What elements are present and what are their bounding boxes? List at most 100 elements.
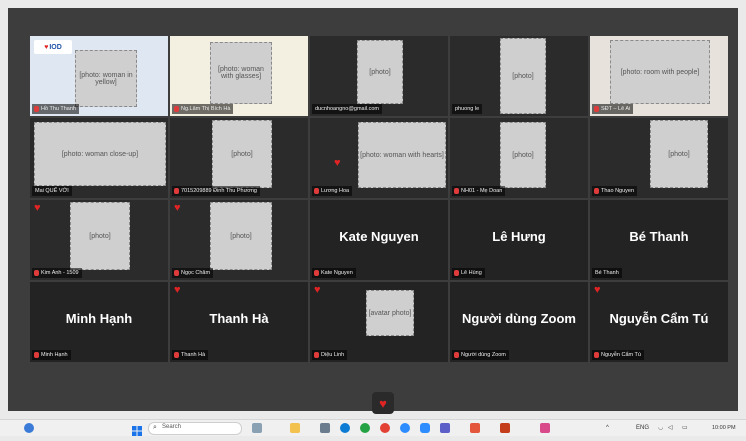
participant-display-name: Nguyễn Cẩm Tú: [609, 311, 709, 326]
participant-tile-p3[interactable]: [photo] ducnhoangno@gmail.com: [310, 36, 448, 116]
task-view-icon[interactable]: [252, 423, 262, 433]
participant-tile-p5[interactable]: [photo: room with people] SĐT – Lê Ai: [590, 36, 728, 116]
app-icon[interactable]: [470, 423, 480, 433]
volume-icon[interactable]: ◁: [668, 423, 673, 433]
heart-icon: ♥: [34, 202, 41, 214]
participant-tile-p20[interactable]: ♥ Nguyễn Cẩm Tú Nguyễn Cẩm Tú: [590, 282, 728, 362]
powerpoint-icon[interactable]: [500, 423, 510, 433]
search-icon: ⌕: [153, 424, 157, 431]
reaction-heart-button[interactable]: ♥: [372, 392, 394, 414]
battery-icon[interactable]: ▭: [682, 423, 688, 433]
participant-tile-p8[interactable]: [photo: woman with hearts] ♥ Lương Hoa: [310, 118, 448, 198]
participant-tile-p16[interactable]: Minh Hạnh Minh Hạnh: [30, 282, 168, 362]
mic-off-icon: [314, 352, 319, 358]
participant-name-tag: Hồ Thu Thanh: [32, 104, 79, 114]
participant-name-tag: Ngọc Châm: [172, 268, 214, 278]
telegram-icon[interactable]: [400, 423, 410, 433]
participant-photo-placeholder: [photo]: [500, 122, 546, 188]
participant-tile-p12[interactable]: [photo] ♥ Ngọc Châm: [170, 200, 308, 280]
participant-name-tag: Lê Hùng: [452, 268, 485, 278]
mic-off-icon: [174, 270, 179, 276]
participant-tile-p15[interactable]: Bé Thanh Bé Thanh: [590, 200, 728, 280]
mic-off-icon: [594, 106, 599, 112]
mic-off-icon: [34, 270, 39, 276]
teams-icon[interactable]: [440, 423, 450, 433]
mic-off-icon: [454, 352, 459, 358]
participant-name-tag: Kim Anh - 1509: [32, 268, 82, 278]
mic-off-icon: [454, 188, 459, 194]
participant-tile-p17[interactable]: ♥ Thanh Hà Thanh Hà: [170, 282, 308, 362]
windows-start-icon[interactable]: [132, 423, 142, 436]
participant-name-tag: Mai QUẾ VỚI: [32, 186, 72, 196]
participant-photo-placeholder: [photo]: [500, 38, 546, 114]
participant-name-tag: 7015209889 Đinh Thu Phương: [172, 186, 260, 196]
search-label: Search: [162, 424, 182, 430]
app-icon[interactable]: [540, 423, 550, 433]
gallery-view: [photo: woman in yellow] ♥ IOD Hồ Thu Tha…: [30, 36, 730, 363]
participant-photo-placeholder: [photo: woman in yellow]: [75, 50, 137, 107]
mic-off-icon: [34, 106, 39, 112]
participant-display-name: Kate Nguyen: [339, 229, 419, 244]
participant-name-tag: Ng.Lâm Thị Bích Hà: [172, 104, 234, 114]
zoom-meeting-window: [photo: woman in yellow] ♥ IOD Hồ Thu Tha…: [8, 8, 738, 411]
taskbar-search-box[interactable]: ⌕ Search: [148, 422, 242, 435]
participant-photo-placeholder: [photo]: [210, 202, 272, 270]
participant-photo-placeholder: [photo: room with people]: [610, 40, 710, 104]
mic-off-icon: [314, 270, 319, 276]
wifi-icon[interactable]: ◡: [658, 423, 663, 433]
participant-name-tag: Lương Hoa: [312, 186, 353, 196]
participant-name-tag: Thanh Hà: [172, 350, 209, 360]
participant-tile-p11[interactable]: [photo] ♥ Kim Anh - 1509: [30, 200, 168, 280]
logo-badge: ♥ IOD: [34, 40, 72, 54]
participant-name-tag: NH01 - Mẹ Doan: [452, 186, 506, 196]
participant-tile-p18[interactable]: ♥ [avatar photo] Diệu Linh: [310, 282, 448, 362]
participant-photo-placeholder: [photo]: [650, 120, 708, 188]
participant-tile-p9[interactable]: [photo] NH01 - Mẹ Doan: [450, 118, 588, 198]
heart-icon: ♥: [314, 284, 321, 296]
participant-display-name: Người dùng Zoom: [462, 311, 576, 326]
participant-tile-p19[interactable]: Người dùng Zoom Người dùng Zoom: [450, 282, 588, 362]
participant-photo-placeholder: [photo: woman close-up]: [34, 122, 166, 186]
file-explorer-icon[interactable]: [290, 423, 300, 433]
participant-photo-placeholder: [photo: woman with hearts]: [358, 122, 446, 188]
chevron-up-icon[interactable]: ^: [606, 423, 609, 433]
participant-name-tag: ducnhoangno@gmail.com: [312, 104, 382, 114]
weather-icon[interactable]: [24, 423, 34, 433]
participant-name-tag: Minh Hạnh: [32, 350, 71, 360]
mic-off-icon: [314, 188, 319, 194]
participant-name-tag: Kate Nguyen: [312, 268, 356, 278]
participant-name-tag: Bé Thanh: [592, 268, 622, 278]
participant-tile-p4[interactable]: [photo] phuong le: [450, 36, 588, 116]
app-icon[interactable]: [320, 423, 330, 433]
heart-icon: ♥: [594, 284, 601, 296]
participant-tile-p6[interactable]: [photo: woman close-up] Mai QUẾ VỚI: [30, 118, 168, 198]
edge-icon[interactable]: [340, 423, 350, 433]
participant-tile-p14[interactable]: Lê Hưng Lê Hùng: [450, 200, 588, 280]
participant-tile-p7[interactable]: [photo] 7015209889 Đinh Thu Phương: [170, 118, 308, 198]
participant-tile-p13[interactable]: Kate Nguyen Kate Nguyen: [310, 200, 448, 280]
participant-photo-placeholder: [photo]: [357, 40, 403, 104]
participant-photo-placeholder: [photo]: [70, 202, 130, 270]
chrome-icon[interactable]: [380, 423, 390, 433]
zoom-icon[interactable]: [420, 423, 430, 433]
participant-name-tag: Người dùng Zoom: [452, 350, 509, 360]
participant-tile-p2[interactable]: [photo: woman with glasses] Ng.Lâm Thị B…: [170, 36, 308, 116]
participant-display-name: Minh Hạnh: [65, 311, 133, 326]
language-indicator[interactable]: ENG: [636, 423, 649, 433]
mic-off-icon: [174, 188, 179, 194]
participant-photo-placeholder: [photo: woman with glasses]: [210, 42, 272, 104]
mic-off-icon: [174, 106, 179, 112]
mic-off-icon: [594, 188, 599, 194]
heart-icon: ♥: [174, 202, 181, 214]
participant-photo-placeholder: [avatar photo]: [366, 290, 414, 336]
participant-tile-p1[interactable]: [photo: woman in yellow] ♥ IOD Hồ Thu Tha…: [30, 36, 168, 116]
clock[interactable]: 10:00 PM: [712, 423, 736, 433]
mic-off-icon: [34, 352, 39, 358]
participant-photo-placeholder: [photo]: [212, 120, 272, 188]
participant-name-tag: phuong le: [452, 104, 483, 114]
participant-name-tag: Nguyễn Cẩm Tú: [592, 350, 644, 360]
mic-off-icon: [594, 352, 599, 358]
whatsapp-icon[interactable]: [360, 423, 370, 433]
participant-tile-p10[interactable]: [photo] Thao Nguyen: [590, 118, 728, 198]
windows-taskbar: ⌕ Search ^ ENG ◡ ◁ ▭ 10:00 PM: [0, 419, 746, 436]
